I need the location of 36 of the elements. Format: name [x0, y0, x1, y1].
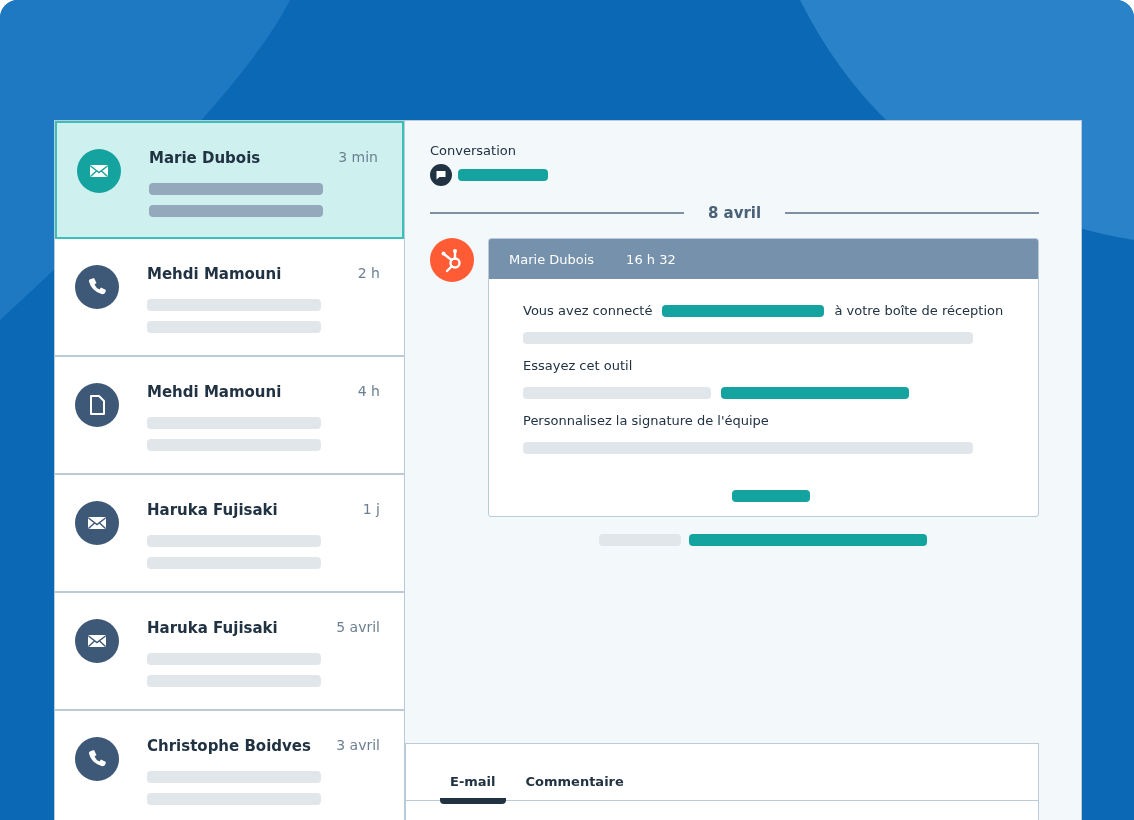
conversation-item[interactable]: Mehdi Mamouni 4 h — [55, 357, 404, 475]
message-text: à votre boîte de réception — [834, 303, 1004, 318]
contact-name: Haruka Fujisaki — [147, 501, 279, 519]
phone-icon — [75, 265, 119, 309]
phone-icon — [75, 737, 119, 781]
message-time: 16 h 32 — [626, 251, 676, 267]
sender-name: Marie Dubois — [509, 251, 595, 267]
message-text: Personnalisez la signature de l'équipe — [523, 413, 769, 428]
timestamp: 3 min — [338, 149, 378, 165]
contact-name: Mehdi Mamouni — [147, 383, 283, 401]
composer-tab[interactable]: E-mail — [440, 744, 506, 804]
conversation-item[interactable]: Haruka Fujisaki 5 avril — [55, 593, 404, 711]
message-text: Essayez cet outil — [523, 358, 633, 373]
sprocket-logo-icon — [430, 238, 474, 282]
document-icon — [75, 383, 119, 427]
conversation-item[interactable]: Haruka Fujisaki 1 j — [55, 475, 404, 593]
contact-name: Mehdi Mamouni — [147, 265, 283, 283]
chat-bubble-icon — [430, 164, 452, 186]
conversation-item[interactable]: Marie Dubois 3 min — [55, 121, 404, 239]
envelope-icon — [75, 619, 119, 663]
contact-name: Marie Dubois — [149, 149, 262, 167]
contact-name: Christophe Boidves — [147, 737, 312, 755]
timestamp: 4 h — [357, 383, 380, 399]
message-text: Vous avez connecté — [523, 303, 653, 318]
conversation-item[interactable]: Christophe Boidves 3 avril — [55, 711, 404, 820]
envelope-icon — [77, 149, 121, 193]
timestamp: 5 avril — [336, 619, 380, 635]
timestamp: 2 h — [357, 265, 380, 281]
conversation-item[interactable]: Mehdi Mamouni 2 h — [55, 239, 404, 357]
envelope-icon — [75, 501, 119, 545]
date-divider-label: 8 avril — [707, 204, 762, 222]
timestamp: 1 j — [362, 501, 380, 517]
conversation-title: Conversation — [430, 143, 517, 158]
contact-name: Haruka Fujisaki — [147, 619, 279, 637]
composer-tab[interactable]: Commentaire — [515, 744, 634, 804]
timestamp: 3 avril — [336, 737, 380, 753]
